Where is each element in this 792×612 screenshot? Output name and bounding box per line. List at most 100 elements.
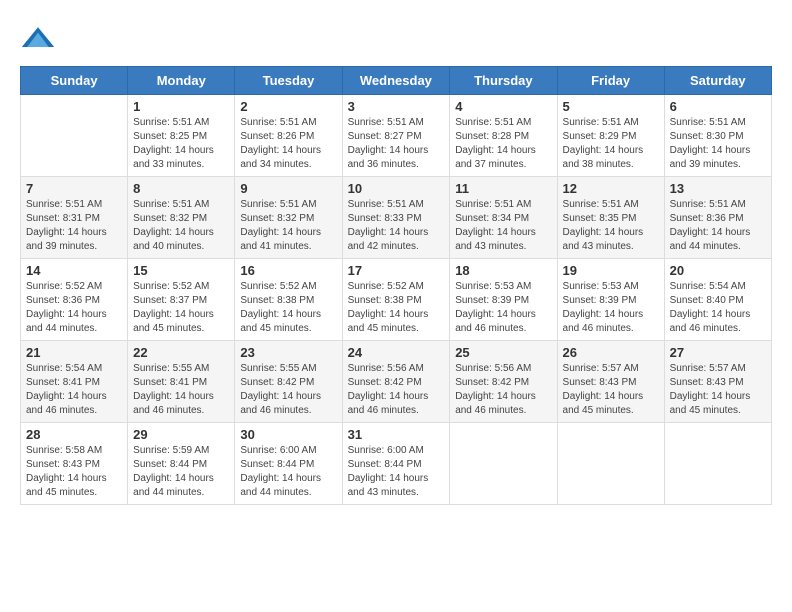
day-info: Sunrise: 5:51 AM Sunset: 8:25 PM Dayligh…	[133, 116, 229, 172]
day-info: Sunrise: 5:59 AM Sunset: 8:44 PM Dayligh…	[133, 444, 229, 500]
day-info: Sunrise: 5:55 AM Sunset: 8:42 PM Dayligh…	[240, 362, 336, 418]
day-number: 4	[455, 99, 551, 114]
day-number: 25	[455, 345, 551, 360]
weekday-header-wednesday: Wednesday	[342, 67, 450, 95]
calendar-cell: 4 Sunrise: 5:51 AM Sunset: 8:28 PM Daylig…	[450, 95, 557, 177]
weekday-header-saturday: Saturday	[664, 67, 771, 95]
calendar-cell: 21 Sunrise: 5:54 AM Sunset: 8:41 PM Dayli…	[21, 341, 128, 423]
day-info: Sunrise: 5:52 AM Sunset: 8:36 PM Dayligh…	[26, 280, 122, 336]
day-info: Sunrise: 5:52 AM Sunset: 8:38 PM Dayligh…	[240, 280, 336, 336]
day-number: 21	[26, 345, 122, 360]
page-header	[20, 20, 772, 56]
calendar-cell: 28 Sunrise: 5:58 AM Sunset: 8:43 PM Dayli…	[21, 423, 128, 505]
calendar-cell: 30Sunrise: 6:00 AM Sunset: 8:44 PM Dayli…	[235, 423, 342, 505]
calendar-cell: 26 Sunrise: 5:57 AM Sunset: 8:43 PM Dayli…	[557, 341, 664, 423]
day-info: Sunrise: 5:51 AM Sunset: 8:36 PM Dayligh…	[670, 198, 766, 254]
calendar-cell: 15Sunrise: 5:52 AM Sunset: 8:37 PM Dayli…	[128, 259, 235, 341]
day-info: Sunrise: 5:51 AM Sunset: 8:26 PM Dayligh…	[240, 116, 336, 172]
calendar-cell: 3Sunrise: 5:51 AM Sunset: 8:27 PM Daylig…	[342, 95, 450, 177]
calendar-cell: 6 Sunrise: 5:51 AM Sunset: 8:30 PM Daylig…	[664, 95, 771, 177]
logo-icon	[20, 20, 56, 56]
calendar-cell: 8 Sunrise: 5:51 AM Sunset: 8:32 PM Daylig…	[128, 177, 235, 259]
calendar-cell: 2Sunrise: 5:51 AM Sunset: 8:26 PM Daylig…	[235, 95, 342, 177]
weekday-header-friday: Friday	[557, 67, 664, 95]
day-info: Sunrise: 5:54 AM Sunset: 8:40 PM Dayligh…	[670, 280, 766, 336]
day-info: Sunrise: 5:51 AM Sunset: 8:35 PM Dayligh…	[563, 198, 659, 254]
calendar-week-1: 1 Sunrise: 5:51 AM Sunset: 8:25 PM Daylig…	[21, 95, 772, 177]
calendar-cell	[21, 95, 128, 177]
day-number: 1	[133, 99, 229, 114]
calendar-cell: 5 Sunrise: 5:51 AM Sunset: 8:29 PM Daylig…	[557, 95, 664, 177]
calendar-cell: 14 Sunrise: 5:52 AM Sunset: 8:36 PM Dayli…	[21, 259, 128, 341]
day-number: 9	[240, 181, 336, 196]
day-number: 5	[563, 99, 659, 114]
day-number: 22	[133, 345, 229, 360]
calendar-cell: 24 Sunrise: 5:56 AM Sunset: 8:42 PM Dayli…	[342, 341, 450, 423]
day-number: 14	[26, 263, 122, 278]
calendar-week-4: 21 Sunrise: 5:54 AM Sunset: 8:41 PM Dayli…	[21, 341, 772, 423]
day-info: Sunrise: 5:53 AM Sunset: 8:39 PM Dayligh…	[455, 280, 551, 336]
calendar-cell: 9 Sunrise: 5:51 AM Sunset: 8:32 PM Daylig…	[235, 177, 342, 259]
calendar-cell: 29 Sunrise: 5:59 AM Sunset: 8:44 PM Dayli…	[128, 423, 235, 505]
day-number: 18	[455, 263, 551, 278]
weekday-header-tuesday: Tuesday	[235, 67, 342, 95]
calendar-cell: 23Sunrise: 5:55 AM Sunset: 8:42 PM Dayli…	[235, 341, 342, 423]
calendar-week-5: 28 Sunrise: 5:58 AM Sunset: 8:43 PM Dayli…	[21, 423, 772, 505]
day-info: Sunrise: 5:57 AM Sunset: 8:43 PM Dayligh…	[563, 362, 659, 418]
day-info: Sunrise: 5:55 AM Sunset: 8:41 PM Dayligh…	[133, 362, 229, 418]
day-info: Sunrise: 6:00 AM Sunset: 8:44 PM Dayligh…	[348, 444, 445, 500]
day-info: Sunrise: 5:56 AM Sunset: 8:42 PM Dayligh…	[348, 362, 445, 418]
calendar-header: SundayMondayTuesdayWednesdayThursdayFrid…	[21, 67, 772, 95]
day-number: 11	[455, 181, 551, 196]
day-info: Sunrise: 5:56 AM Sunset: 8:42 PM Dayligh…	[455, 362, 551, 418]
calendar-cell: 27 Sunrise: 5:57 AM Sunset: 8:43 PM Dayli…	[664, 341, 771, 423]
day-info: Sunrise: 5:51 AM Sunset: 8:29 PM Dayligh…	[563, 116, 659, 172]
day-info: Sunrise: 5:51 AM Sunset: 8:28 PM Dayligh…	[455, 116, 551, 172]
day-number: 29	[133, 427, 229, 442]
calendar-cell	[450, 423, 557, 505]
calendar-body: 1 Sunrise: 5:51 AM Sunset: 8:25 PM Daylig…	[21, 95, 772, 505]
weekday-header-row: SundayMondayTuesdayWednesdayThursdayFrid…	[21, 67, 772, 95]
weekday-header-monday: Monday	[128, 67, 235, 95]
calendar-cell: 20 Sunrise: 5:54 AM Sunset: 8:40 PM Dayli…	[664, 259, 771, 341]
day-number: 13	[670, 181, 766, 196]
weekday-header-sunday: Sunday	[21, 67, 128, 95]
day-info: Sunrise: 5:51 AM Sunset: 8:30 PM Dayligh…	[670, 116, 766, 172]
day-info: Sunrise: 5:51 AM Sunset: 8:31 PM Dayligh…	[26, 198, 122, 254]
day-number: 24	[348, 345, 445, 360]
calendar-table: SundayMondayTuesdayWednesdayThursdayFrid…	[20, 66, 772, 505]
calendar-cell: 19 Sunrise: 5:53 AM Sunset: 8:39 PM Dayli…	[557, 259, 664, 341]
calendar-cell: 12Sunrise: 5:51 AM Sunset: 8:35 PM Dayli…	[557, 177, 664, 259]
weekday-header-thursday: Thursday	[450, 67, 557, 95]
calendar-cell: 1 Sunrise: 5:51 AM Sunset: 8:25 PM Daylig…	[128, 95, 235, 177]
day-info: Sunrise: 5:51 AM Sunset: 8:27 PM Dayligh…	[348, 116, 445, 172]
day-info: Sunrise: 5:52 AM Sunset: 8:38 PM Dayligh…	[348, 280, 445, 336]
calendar-cell: 25 Sunrise: 5:56 AM Sunset: 8:42 PM Dayli…	[450, 341, 557, 423]
calendar-cell: 10Sunrise: 5:51 AM Sunset: 8:33 PM Dayli…	[342, 177, 450, 259]
calendar-cell: 22 Sunrise: 5:55 AM Sunset: 8:41 PM Dayli…	[128, 341, 235, 423]
day-info: Sunrise: 5:53 AM Sunset: 8:39 PM Dayligh…	[563, 280, 659, 336]
day-info: Sunrise: 5:57 AM Sunset: 8:43 PM Dayligh…	[670, 362, 766, 418]
calendar-cell: 11Sunrise: 5:51 AM Sunset: 8:34 PM Dayli…	[450, 177, 557, 259]
day-info: Sunrise: 5:51 AM Sunset: 8:32 PM Dayligh…	[133, 198, 229, 254]
day-info: Sunrise: 6:00 AM Sunset: 8:44 PM Dayligh…	[240, 444, 336, 500]
calendar-cell: 17 Sunrise: 5:52 AM Sunset: 8:38 PM Dayli…	[342, 259, 450, 341]
day-number: 28	[26, 427, 122, 442]
day-number: 8	[133, 181, 229, 196]
day-info: Sunrise: 5:52 AM Sunset: 8:37 PM Dayligh…	[133, 280, 229, 336]
day-number: 6	[670, 99, 766, 114]
logo	[20, 20, 62, 56]
day-info: Sunrise: 5:51 AM Sunset: 8:32 PM Dayligh…	[240, 198, 336, 254]
day-number: 7	[26, 181, 122, 196]
day-info: Sunrise: 5:54 AM Sunset: 8:41 PM Dayligh…	[26, 362, 122, 418]
day-number: 27	[670, 345, 766, 360]
calendar-week-3: 14 Sunrise: 5:52 AM Sunset: 8:36 PM Dayli…	[21, 259, 772, 341]
day-number: 19	[563, 263, 659, 278]
day-info: Sunrise: 5:58 AM Sunset: 8:43 PM Dayligh…	[26, 444, 122, 500]
day-number: 20	[670, 263, 766, 278]
calendar-cell	[664, 423, 771, 505]
day-number: 17	[348, 263, 445, 278]
calendar-cell: 7 Sunrise: 5:51 AM Sunset: 8:31 PM Daylig…	[21, 177, 128, 259]
day-number: 26	[563, 345, 659, 360]
calendar-cell: 16Sunrise: 5:52 AM Sunset: 8:38 PM Dayli…	[235, 259, 342, 341]
